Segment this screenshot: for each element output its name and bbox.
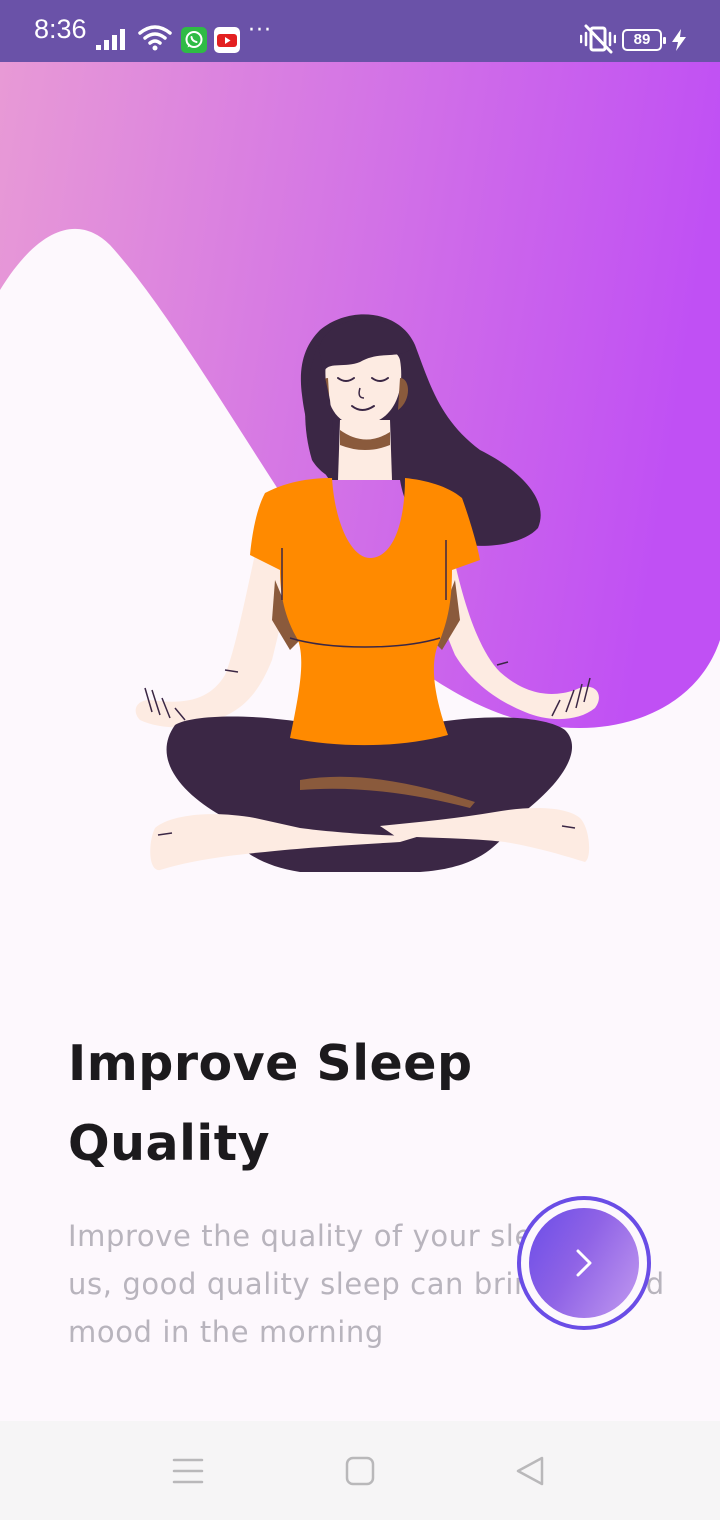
navigation-bar — [0, 1421, 720, 1520]
signal-icon — [96, 29, 125, 50]
whatsapp-icon — [181, 27, 207, 53]
overflow-indicator: ··· — [248, 18, 272, 43]
battery-icon: 89 — [622, 29, 666, 51]
onboarding-title: Improve Sleep Quality — [68, 1035, 473, 1172]
menu-icon[interactable] — [172, 1457, 204, 1485]
wifi-icon — [138, 25, 172, 51]
status-bar: 8:36 ··· 89 — [0, 0, 720, 62]
youtube-icon — [214, 27, 240, 53]
home-icon[interactable] — [344, 1455, 376, 1487]
next-button[interactable] — [529, 1208, 639, 1318]
vibrate-icon — [580, 24, 616, 54]
status-time: 8:36 — [34, 14, 87, 44]
battery-level: 89 — [633, 31, 651, 48]
hero-illustration — [0, 62, 720, 892]
back-icon[interactable] — [514, 1455, 546, 1487]
charging-icon — [672, 29, 686, 51]
chevron-right-icon — [576, 1249, 592, 1277]
